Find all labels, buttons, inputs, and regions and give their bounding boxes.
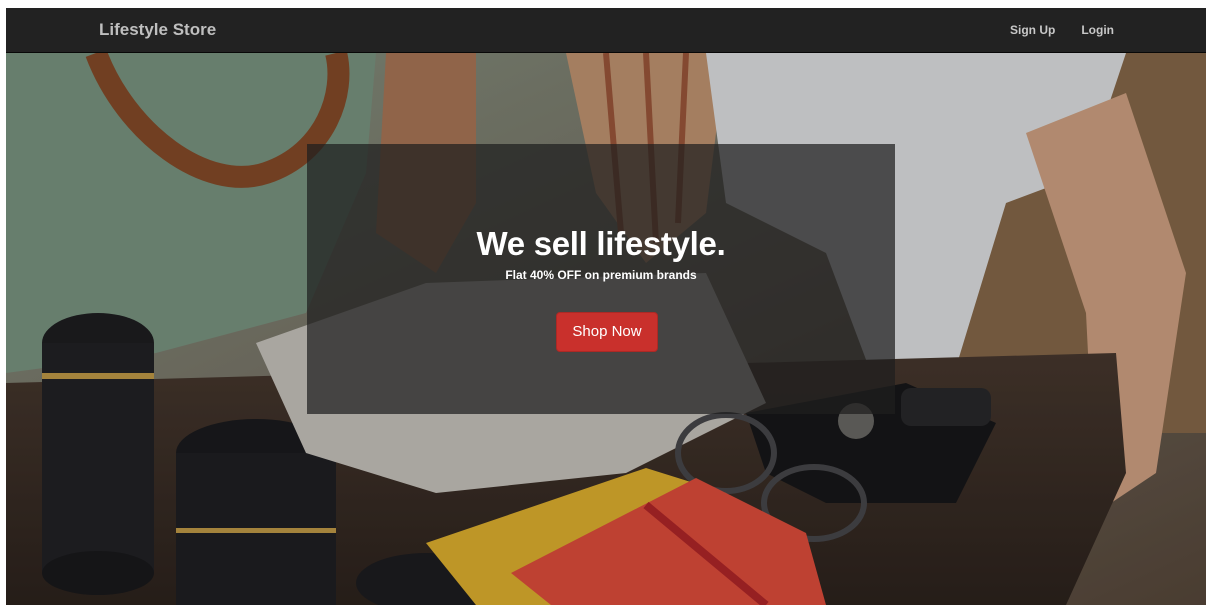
banner-subtitle: Flat 40% OFF on premium brands [505, 268, 697, 282]
shop-now-button[interactable]: Shop Now [556, 312, 658, 352]
navbar: Lifestyle Store Sign Up Login [6, 8, 1206, 53]
login-link[interactable]: Login [1081, 22, 1114, 38]
page: Lifestyle Store Sign Up Login We sell li… [0, 0, 1212, 605]
brand-link[interactable]: Lifestyle Store [99, 20, 216, 40]
hero-banner: We sell lifestyle. Flat 40% OFF on premi… [307, 144, 895, 414]
banner-heading: We sell lifestyle. [476, 225, 726, 262]
signup-link[interactable]: Sign Up [1010, 22, 1055, 38]
nav-links: Sign Up Login [1010, 22, 1114, 38]
